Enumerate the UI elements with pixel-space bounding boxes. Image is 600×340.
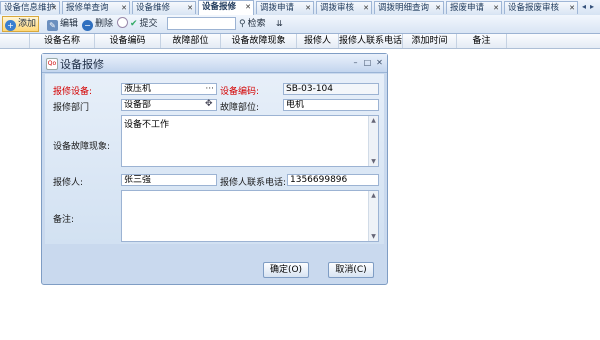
note-label: 备注: bbox=[53, 215, 75, 225]
column-header[interactable]: 报修人 bbox=[297, 34, 339, 48]
edit-button[interactable]: ✎ 编辑 bbox=[47, 17, 78, 31]
toolbar-overflow-icon[interactable]: ⇊ bbox=[276, 17, 283, 31]
scroll-up-icon[interactable]: ▲ bbox=[369, 116, 378, 125]
submit-label: 提交 bbox=[139, 19, 158, 29]
fault-part-field[interactable]: 电机 bbox=[283, 99, 379, 111]
scroll-up-icon[interactable]: ▲ bbox=[369, 191, 378, 200]
check-icon: ✔ bbox=[130, 19, 138, 29]
cancel-button[interactable]: 取消(C) bbox=[328, 262, 374, 278]
tab-scrap-audit[interactable]: 设备报废审核 ✕ bbox=[504, 1, 578, 14]
dialog-title: 设备报修 bbox=[60, 58, 104, 71]
symptom-scrollbar[interactable]: ▲ ▼ bbox=[368, 116, 378, 166]
delete-label: 删除 bbox=[95, 19, 114, 29]
tab-label: 报废申请 bbox=[450, 3, 485, 13]
delete-icon: − bbox=[82, 20, 93, 31]
tab-repair-query[interactable]: 报修单查询 ✕ bbox=[62, 1, 130, 14]
column-header[interactable]: 设备故障现象 bbox=[221, 34, 297, 48]
scroll-down-icon[interactable]: ▼ bbox=[369, 157, 378, 166]
repair-dialog: Qo 设备报修 – □ ✕ 报修设备: 液压机 ··· 设备编码: SB-03-1… bbox=[41, 53, 388, 285]
symptom-value: 设备不工作 bbox=[124, 120, 170, 130]
grid-header: 设备名称 设备编码 故障部位 设备故障现象 报修人 报修人联系电话 添加时间 备… bbox=[0, 34, 600, 49]
tab-scrap-apply[interactable]: 报废申请 ✕ bbox=[446, 1, 502, 14]
dept-label: 报修部门 bbox=[53, 103, 90, 113]
tab-scroll-left-icon[interactable]: ◂ bbox=[582, 2, 586, 11]
column-header[interactable]: 故障部位 bbox=[161, 34, 221, 48]
symptom-textarea[interactable]: 设备不工作 ▲ ▼ bbox=[121, 115, 379, 167]
add-label: 添加 bbox=[18, 19, 37, 29]
tab-transfer-apply[interactable]: 调拨申请 ✕ bbox=[256, 1, 314, 14]
close-icon[interactable]: ✕ bbox=[363, 2, 369, 14]
close-icon[interactable]: ✕ bbox=[187, 2, 193, 14]
tab-bar: 设备信息维护 ✕ 报修单查询 ✕ 设备维修 ✕ 设备报修 ✕ 调拨申请 ✕ 调拨审核 ✕ 调… bbox=[0, 0, 600, 16]
toolbar: + 添加 ✎ 编辑 − 删除 ✔ 提交 ⚲ 检索 ⇊ bbox=[0, 15, 600, 34]
tab-device-info[interactable]: 设备信息维护 ✕ bbox=[0, 1, 60, 14]
radio-icon bbox=[117, 17, 128, 28]
tab-transfer-audit[interactable]: 调拨审核 ✕ bbox=[316, 1, 372, 14]
tab-transfer-detail[interactable]: 调拨明细查询 ✕ bbox=[374, 1, 444, 14]
column-header[interactable]: 备注 bbox=[457, 34, 507, 48]
device-code-label: 设备编码: bbox=[220, 87, 260, 97]
device-code-field[interactable]: SB-03-104 bbox=[283, 83, 379, 95]
column-header[interactable]: 设备名称 bbox=[30, 34, 95, 48]
dialog-titlebar[interactable]: Qo 设备报修 – □ ✕ bbox=[42, 54, 387, 73]
phone-label: 报修人联系电话: bbox=[220, 178, 287, 188]
tab-label: 报修单查询 bbox=[66, 3, 109, 13]
tab-scroll-right-icon[interactable]: ▸ bbox=[590, 2, 594, 11]
edit-label: 编辑 bbox=[60, 19, 79, 29]
note-scrollbar[interactable]: ▲ ▼ bbox=[368, 191, 378, 241]
tab-device-maintenance[interactable]: 设备维修 ✕ bbox=[132, 1, 196, 14]
scroll-down-icon[interactable]: ▼ bbox=[369, 232, 378, 241]
add-icon: + bbox=[5, 20, 16, 31]
submit-button[interactable]: ✔ 提交 bbox=[130, 17, 158, 31]
reporter-label: 报修人: bbox=[53, 178, 84, 188]
phone-field[interactable]: 1356699896 bbox=[287, 174, 379, 186]
close-icon[interactable]: ✕ bbox=[375, 58, 384, 67]
dialog-body: 报修设备: 液压机 ··· 设备编码: SB-03-104 报修部门 设备部 ✥ … bbox=[45, 74, 384, 244]
minimize-icon[interactable]: – bbox=[351, 58, 360, 67]
maximize-icon[interactable]: □ bbox=[363, 58, 372, 67]
tab-label: 设备信息维护 bbox=[4, 3, 56, 13]
radio-option[interactable] bbox=[117, 17, 130, 31]
column-header[interactable]: 添加时间 bbox=[403, 34, 457, 48]
search-input[interactable] bbox=[167, 17, 236, 30]
edit-icon: ✎ bbox=[47, 20, 58, 31]
app-icon: Qo bbox=[46, 58, 58, 70]
search-label: 检索 bbox=[247, 19, 266, 29]
ok-button[interactable]: 确定(O) bbox=[263, 262, 309, 278]
tab-label: 设备维修 bbox=[136, 3, 171, 13]
close-icon[interactable]: ✕ bbox=[569, 2, 575, 14]
device-name-label: 报修设备: bbox=[53, 87, 93, 97]
dept-picker-icon[interactable]: ✥ bbox=[205, 99, 213, 109]
close-icon[interactable]: ✕ bbox=[493, 2, 499, 14]
column-header[interactable]: 报修人联系电话 bbox=[339, 34, 403, 48]
tab-device-repair[interactable]: 设备报修 ✕ bbox=[198, 0, 254, 15]
close-icon[interactable]: ✕ bbox=[51, 2, 57, 14]
tab-label: 调拨审核 bbox=[320, 3, 355, 13]
tab-label: 调拨申请 bbox=[260, 3, 295, 13]
tab-label: 调拨明细查询 bbox=[378, 3, 430, 13]
close-icon[interactable]: ✕ bbox=[305, 2, 311, 14]
tab-label: 设备报废审核 bbox=[508, 3, 560, 13]
search-icon: ⚲ bbox=[239, 19, 246, 29]
note-textarea[interactable]: ▲ ▼ bbox=[121, 190, 379, 242]
close-icon[interactable]: ✕ bbox=[245, 1, 251, 14]
column-header[interactable]: 设备编码 bbox=[95, 34, 161, 48]
search-button[interactable]: ⚲ 检索 bbox=[239, 17, 266, 31]
dept-value: 设备部 bbox=[124, 100, 152, 110]
symptom-label: 设备故障现象: bbox=[53, 142, 111, 152]
device-name-value: 液压机 bbox=[124, 84, 152, 94]
close-icon[interactable]: ✕ bbox=[121, 2, 127, 14]
close-icon[interactable]: ✕ bbox=[435, 2, 441, 14]
delete-button[interactable]: − 删除 bbox=[82, 17, 113, 31]
browse-icon[interactable]: ··· bbox=[205, 84, 214, 94]
dept-field[interactable]: 设备部 bbox=[121, 99, 217, 111]
tab-label: 设备报修 bbox=[202, 2, 237, 12]
row-indicator-header bbox=[0, 34, 30, 48]
reporter-field[interactable]: 张三强 bbox=[121, 174, 217, 186]
fault-part-label: 故障部位: bbox=[220, 103, 260, 113]
add-button[interactable]: + 添加 bbox=[2, 16, 40, 32]
device-name-field[interactable]: 液压机 ··· bbox=[121, 83, 217, 95]
